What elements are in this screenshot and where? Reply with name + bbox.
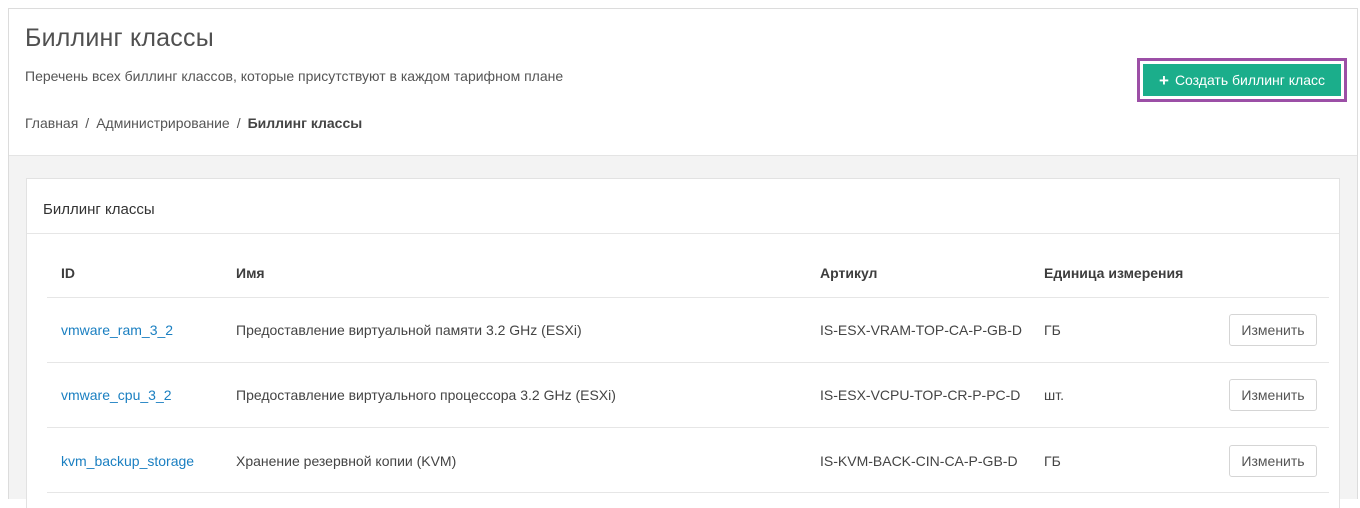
row-id-link[interactable]: kvm_backup_storage (61, 453, 194, 469)
breadcrumb: Главная / Администрирование / Биллинг классы (25, 115, 362, 131)
row-name: Предоставление виртуального процессора 3… (236, 387, 616, 403)
row-name: Хранение резервной копии (KVM) (236, 453, 457, 469)
page-header: Биллинг классы Перечень всех биллинг кла… (9, 9, 1357, 156)
edit-button[interactable]: Изменить (1229, 445, 1317, 477)
row-divider (47, 297, 1329, 298)
row-divider (47, 427, 1329, 428)
row-id-link[interactable]: vmware_ram_3_2 (61, 322, 173, 338)
column-header-name: Имя (236, 265, 265, 281)
row-divider (47, 362, 1329, 363)
row-name: Предоставление виртуальной памяти 3.2 GH… (236, 322, 582, 338)
page-frame: Биллинг классы Перечень всех биллинг кла… (8, 8, 1358, 508)
row-article: IS-KVM-BACK-CIN-CA-P-GB-D (820, 453, 1018, 469)
column-header-unit: Единица измерения (1044, 265, 1184, 281)
breadcrumb-home[interactable]: Главная (25, 115, 78, 131)
card-divider (27, 233, 1339, 234)
create-billing-class-label: Создать биллинг класс (1174, 72, 1325, 88)
row-divider (47, 492, 1329, 493)
edit-button[interactable]: Изменить (1229, 379, 1317, 411)
row-article: IS-ESX-VCPU-TOP-CR-P-PC-D (820, 387, 1021, 403)
billing-classes-card: Биллинг классы ID Имя Артикул Единица из… (26, 178, 1340, 508)
column-header-id: ID (61, 265, 75, 281)
plus-icon: + (1159, 70, 1169, 90)
page-title: Биллинг классы (25, 24, 214, 52)
row-unit: ГБ (1044, 322, 1061, 338)
breadcrumb-separator: / (85, 115, 90, 131)
row-article: IS-ESX-VRAM-TOP-CA-P-GB-D (820, 322, 1022, 338)
breadcrumb-current: Биллинг классы (247, 115, 363, 131)
create-billing-class-button[interactable]: + Создать биллинг класс (1143, 64, 1341, 96)
breadcrumb-separator: / (236, 115, 241, 131)
column-header-article: Артикул (820, 265, 878, 281)
edit-button[interactable]: Изменить (1229, 314, 1317, 346)
row-unit: ГБ (1044, 453, 1061, 469)
row-id-link[interactable]: vmware_cpu_3_2 (61, 387, 172, 403)
breadcrumb-administration[interactable]: Администрирование (96, 115, 230, 131)
create-billing-class-highlight: + Создать биллинг класс (1137, 58, 1347, 102)
row-unit: шт. (1044, 387, 1064, 403)
page-subtitle: Перечень всех биллинг классов, которые п… (25, 68, 564, 84)
card-title: Биллинг классы (43, 201, 155, 218)
